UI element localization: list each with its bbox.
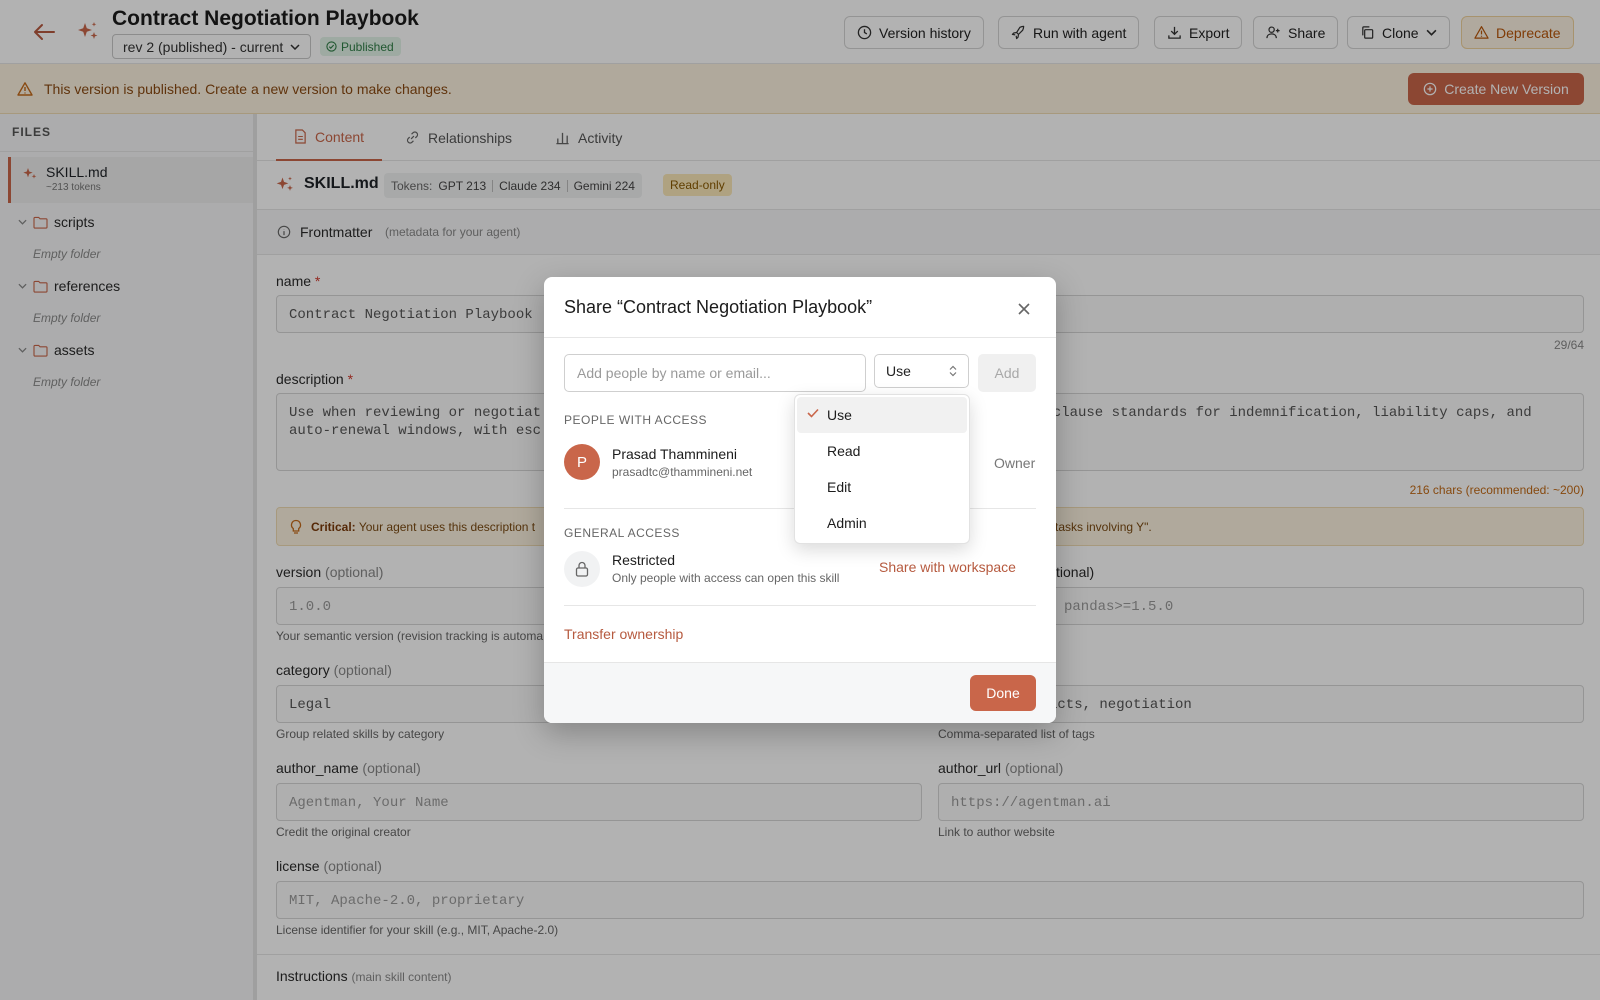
divider xyxy=(564,605,1036,606)
done-button[interactable]: Done xyxy=(970,675,1036,711)
close-icon[interactable] xyxy=(1014,299,1034,319)
role-option-read[interactable]: Read xyxy=(797,433,967,469)
divider xyxy=(544,337,1056,338)
role-option-use[interactable]: Use xyxy=(797,397,967,433)
access-level-subtitle: Only people with access can open this sk… xyxy=(612,571,840,585)
people-with-access-label: PEOPLE WITH ACCESS xyxy=(564,413,708,427)
person-name: Prasad Thammineni xyxy=(612,446,738,462)
dialog-title: Share “Contract Negotiation Playbook” xyxy=(564,297,873,317)
avatar: P xyxy=(564,444,600,480)
add-button[interactable]: Add xyxy=(978,354,1036,392)
role-select-value: Use xyxy=(886,363,911,379)
owner-role-label: Owner xyxy=(994,455,1036,471)
add-people-input[interactable]: Add people by name or email... xyxy=(564,354,866,392)
chevron-updown-icon xyxy=(949,365,957,377)
role-option-admin[interactable]: Admin xyxy=(797,505,967,541)
general-access-label: GENERAL ACCESS xyxy=(564,526,680,540)
check-icon xyxy=(807,408,819,418)
access-level-title: Restricted xyxy=(612,552,676,568)
transfer-ownership-link[interactable]: Transfer ownership xyxy=(564,626,683,642)
share-with-workspace-link[interactable]: Share with workspace xyxy=(879,559,1016,575)
lock-icon xyxy=(564,551,600,587)
role-dropdown: Use Read Edit Admin xyxy=(794,394,970,544)
role-option-edit[interactable]: Edit xyxy=(797,469,967,505)
person-email: prasadtc@thammineni.net xyxy=(612,465,753,479)
role-select[interactable]: Use xyxy=(874,354,969,388)
